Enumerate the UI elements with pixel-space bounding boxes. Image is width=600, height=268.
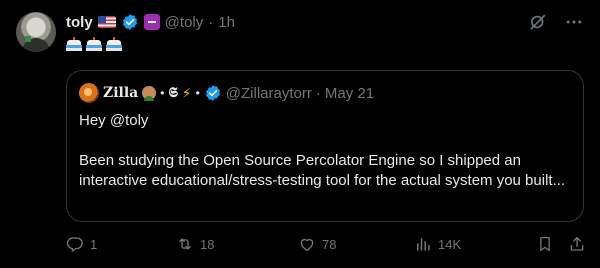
tweet-text-emojis xyxy=(66,37,122,52)
grok-icon[interactable] xyxy=(528,12,548,32)
quoted-tweet[interactable]: Zilla • 𝕾 ⚡ • @Zillaraytorr · May 21 Hey… xyxy=(66,70,584,222)
like-icon xyxy=(300,238,314,252)
birthday-cake-emoji-icon xyxy=(106,37,122,52)
repost-count: 18 xyxy=(200,236,215,252)
quoted-tweet-body: Hey @toly Been studying the Open Source … xyxy=(79,111,573,211)
birthday-cake-emoji-icon xyxy=(66,37,82,52)
bookmark-icon xyxy=(540,236,550,252)
more-icon[interactable] xyxy=(564,12,584,32)
author-name[interactable]: toly xyxy=(66,14,93,31)
avatar[interactable] xyxy=(16,12,56,52)
lightning-emoji-icon: ⚡ xyxy=(181,84,192,101)
views-button[interactable]: 14K xyxy=(414,235,461,253)
quoted-name-fraktur: 𝕾 xyxy=(168,85,178,101)
like-count: 78 xyxy=(322,236,337,252)
quoted-author-name[interactable]: Zilla xyxy=(103,85,138,101)
share-icon xyxy=(570,236,584,251)
us-flag-icon xyxy=(97,16,116,28)
tweet-time[interactable]: 1h xyxy=(218,14,235,31)
avatar-badge xyxy=(25,36,31,42)
views-count: 14K xyxy=(438,236,462,252)
tweet-actions-bar: 1 18 78 14K xyxy=(66,234,584,254)
birthday-cake-emoji-icon xyxy=(86,37,102,52)
quoted-text: Been studying the Open Source Percolator… xyxy=(79,152,566,189)
tweet[interactable]: toly @toly · 1h Zilla • 𝕾 ⚡ • @Zillarayt… xyxy=(0,0,600,268)
views-icon xyxy=(417,238,430,251)
repost-button[interactable]: 18 xyxy=(176,235,214,253)
quoted-name-separator-2: • xyxy=(195,86,200,100)
quoted-author-handle[interactable]: @Zillaraytorr xyxy=(226,85,312,102)
header-separator: · xyxy=(208,13,214,31)
solana-affiliate-icon[interactable] xyxy=(143,14,160,30)
quoted-greeting: Hey @toly xyxy=(79,112,149,129)
verified-badge-icon[interactable] xyxy=(204,84,222,102)
quoted-date[interactable]: May 21 xyxy=(325,85,374,102)
reply-icon xyxy=(66,237,83,252)
reply-count: 1 xyxy=(90,236,98,252)
retweet-icon xyxy=(179,238,191,250)
author-handle[interactable]: @toly xyxy=(165,14,204,31)
like-button[interactable]: 78 xyxy=(298,235,336,253)
reply-button[interactable]: 1 xyxy=(66,235,97,253)
quoted-date-separator: · xyxy=(315,84,321,102)
tweet-header: toly @toly · 1h xyxy=(66,12,235,32)
verified-badge-icon[interactable] xyxy=(121,13,139,31)
share-button[interactable] xyxy=(568,235,586,253)
tweet-top-actions xyxy=(528,12,584,32)
bookmark-button[interactable] xyxy=(536,235,554,253)
person-emoji-icon xyxy=(142,86,157,101)
quoted-avatar[interactable] xyxy=(79,83,99,103)
quoted-tweet-header: Zilla • 𝕾 ⚡ • @Zillaraytorr · May 21 xyxy=(79,83,374,103)
quoted-name-separator: • xyxy=(160,86,165,100)
